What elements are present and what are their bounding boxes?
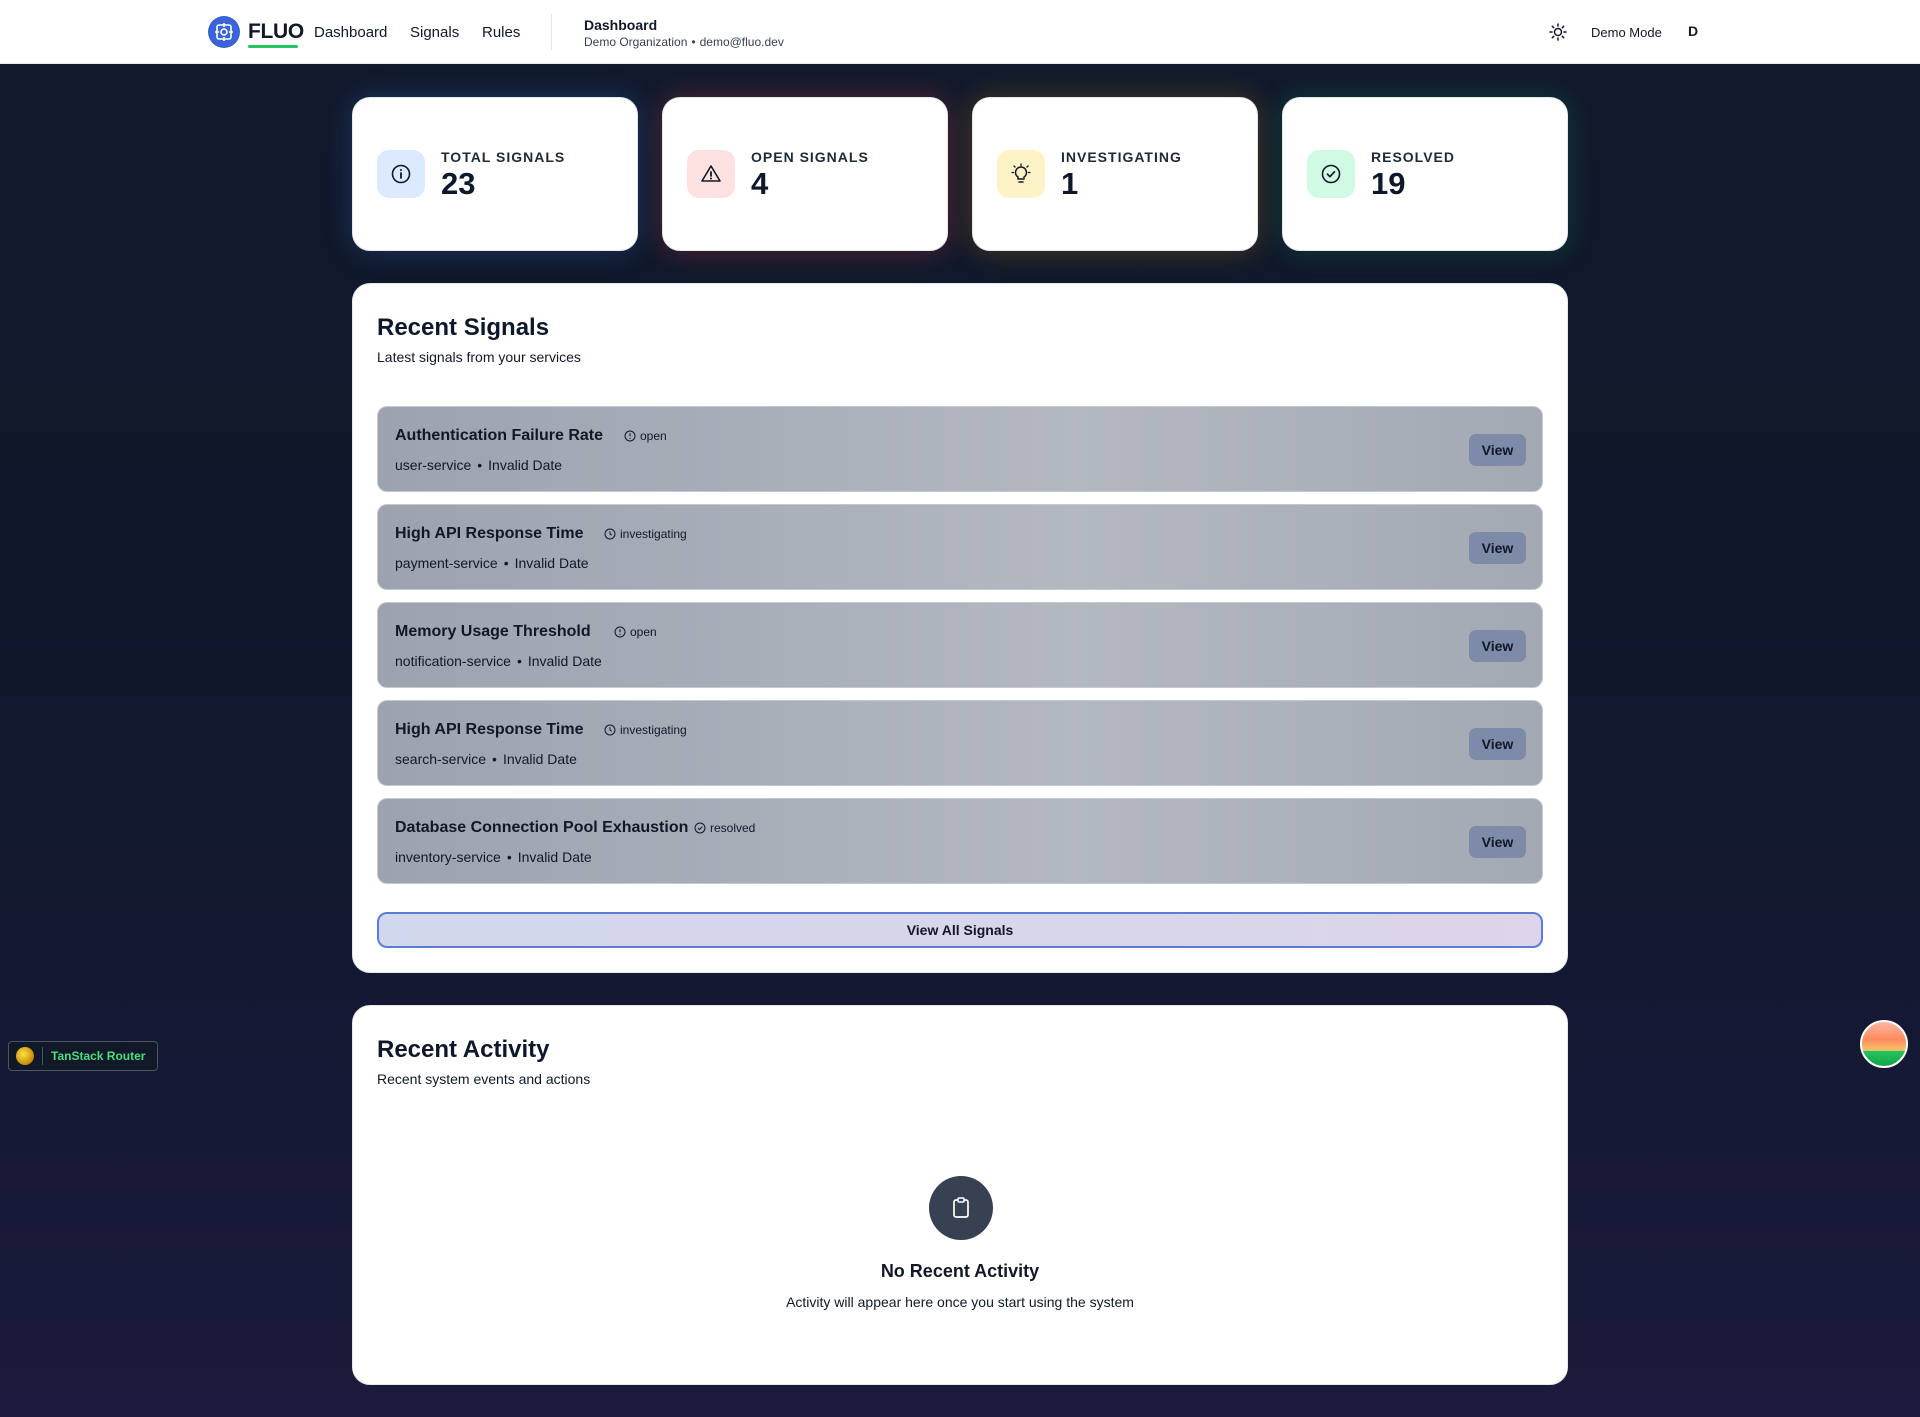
signal-meta: search-service • Invalid Date xyxy=(395,751,577,767)
status-badge: investigating xyxy=(604,723,687,737)
panel-title: Recent Activity xyxy=(377,1036,550,1063)
view-signal-button[interactable]: View xyxy=(1469,826,1526,858)
clock-icon xyxy=(604,724,616,736)
org-name: Demo Organization xyxy=(584,35,688,49)
signal-service: notification-service xyxy=(395,653,511,669)
view-signal-button[interactable]: View xyxy=(1469,434,1526,466)
alert-circle-icon xyxy=(614,626,626,638)
org-info: Demo Organization • demo@fluo.dev xyxy=(584,35,784,49)
signal-service: user-service xyxy=(395,457,472,473)
stat-value: 19 xyxy=(1371,166,1406,201)
signal-service: inventory-service xyxy=(395,849,501,865)
clipboard-icon xyxy=(929,1176,993,1240)
alert-circle-icon xyxy=(624,430,636,442)
meta-separator: • xyxy=(516,653,522,669)
meta-separator: • xyxy=(503,555,509,571)
info-icon xyxy=(377,150,425,198)
panel-title: Recent Signals xyxy=(377,314,550,341)
empty-state-description: Activity will appear here once you start… xyxy=(786,1294,1134,1310)
badge-divider xyxy=(42,1047,43,1065)
stat-value: 4 xyxy=(751,166,769,201)
status-badge: open xyxy=(614,625,657,639)
signal-title: High API Response Time xyxy=(395,525,584,542)
signal-date: Invalid Date xyxy=(502,751,577,767)
stat-label: OPEN SIGNALS xyxy=(751,149,869,165)
fluo-logo-icon[interactable] xyxy=(208,16,240,48)
view-signal-button[interactable]: View xyxy=(1469,630,1526,662)
meta-separator: • xyxy=(506,849,512,865)
signal-service: search-service xyxy=(395,751,487,767)
signal-row[interactable]: Memory Usage Threshold open notification… xyxy=(377,602,1543,688)
signal-row[interactable]: High API Response Time investigating pay… xyxy=(377,504,1543,590)
top-navigation-bar: FLUO Dashboard Signals Rules Dashboard D… xyxy=(0,0,1920,64)
signal-meta: user-service • Invalid Date xyxy=(395,457,562,473)
lightbulb-icon xyxy=(997,150,1045,198)
recent-signals-panel: Recent Signals Latest signals from your … xyxy=(352,283,1568,973)
status-text: open xyxy=(640,429,667,443)
status-text: open xyxy=(630,625,657,639)
clock-icon xyxy=(604,528,616,540)
signal-meta: inventory-service • Invalid Date xyxy=(395,849,592,865)
signal-date: Invalid Date xyxy=(488,457,563,473)
stat-value: 23 xyxy=(441,166,476,201)
org-separator: • xyxy=(691,35,696,49)
tanstack-logo-icon xyxy=(16,1047,34,1065)
signal-meta: payment-service • Invalid Date xyxy=(395,555,589,571)
check-circle-icon xyxy=(1307,150,1355,198)
stat-card-resolved[interactable]: RESOLVED 19 xyxy=(1282,97,1568,251)
brand-name[interactable]: FLUO xyxy=(248,20,304,44)
signal-title: High API Response Time xyxy=(395,721,584,738)
signal-title: Memory Usage Threshold xyxy=(395,623,591,640)
status-badge: resolved xyxy=(694,821,755,835)
header-divider xyxy=(551,14,552,50)
view-signal-button[interactable]: View xyxy=(1469,728,1526,760)
devtools-label: TanStack Router xyxy=(51,1049,146,1063)
status-badge: open xyxy=(624,429,667,443)
status-text: investigating xyxy=(620,723,687,737)
page-title: Dashboard xyxy=(584,17,658,33)
status-text: investigating xyxy=(620,527,687,541)
recent-activity-panel: Recent Activity Recent system events and… xyxy=(352,1005,1568,1385)
status-text: resolved xyxy=(710,821,756,835)
stat-card-total-signals[interactable]: TOTAL SIGNALS 23 xyxy=(352,97,638,251)
stat-card-investigating[interactable]: INVESTIGATING 1 xyxy=(972,97,1258,251)
tanstack-router-devtools-button[interactable]: TanStack Router xyxy=(8,1041,158,1071)
user-email: demo@fluo.dev xyxy=(699,35,784,49)
signal-meta: notification-service • Invalid Date xyxy=(395,653,602,669)
user-avatar[interactable]: D xyxy=(1688,23,1698,39)
meta-separator: • xyxy=(477,457,483,473)
active-nav-indicator xyxy=(248,45,298,48)
signal-date: Invalid Date xyxy=(514,555,589,571)
stat-value: 1 xyxy=(1061,166,1079,201)
panel-subtitle: Recent system events and actions xyxy=(377,1071,591,1087)
view-all-signals-button[interactable]: View All Signals xyxy=(377,912,1543,948)
nav-signals[interactable]: Signals xyxy=(410,24,459,41)
signal-row[interactable]: Authentication Failure Rate open user-se… xyxy=(377,406,1543,492)
status-badge: investigating xyxy=(604,527,687,541)
stat-label: TOTAL SIGNALS xyxy=(441,149,566,165)
signal-row[interactable]: Database Connection Pool Exhaustion reso… xyxy=(377,798,1543,884)
panel-subtitle: Latest signals from your services xyxy=(377,349,581,365)
nav-rules[interactable]: Rules xyxy=(482,24,520,41)
check-circle-icon xyxy=(694,822,706,834)
sun-icon[interactable] xyxy=(1548,22,1568,42)
view-signal-button[interactable]: View xyxy=(1469,532,1526,564)
signal-service: payment-service xyxy=(395,555,498,571)
empty-state-title: No Recent Activity xyxy=(880,1261,1040,1281)
meta-separator: • xyxy=(492,751,497,767)
floating-devtools-avatar[interactable] xyxy=(1860,1020,1908,1068)
stat-card-open-signals[interactable]: OPEN SIGNALS 4 xyxy=(662,97,948,251)
demo-mode-button[interactable]: Demo Mode xyxy=(1591,25,1662,40)
signal-title: Authentication Failure Rate xyxy=(395,427,604,444)
stat-label: INVESTIGATING xyxy=(1061,149,1182,165)
nav-dashboard[interactable]: Dashboard xyxy=(314,24,387,41)
signal-date: Invalid Date xyxy=(517,849,592,865)
signal-date: Invalid Date xyxy=(527,653,602,669)
signal-title: Database Connection Pool Exhaustion xyxy=(395,819,689,836)
warning-icon xyxy=(687,150,735,198)
stat-label: RESOLVED xyxy=(1371,149,1455,165)
signal-row[interactable]: High API Response Time investigating sea… xyxy=(377,700,1543,786)
